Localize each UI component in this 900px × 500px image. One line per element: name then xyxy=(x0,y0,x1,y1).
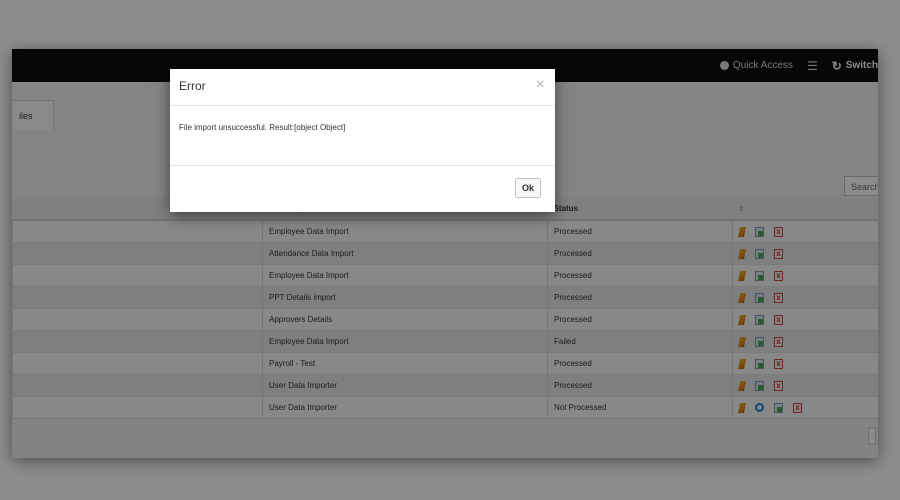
dialog-footer: Ok xyxy=(170,166,555,213)
ok-button[interactable]: Ok xyxy=(515,178,541,198)
dialog-body: File import unsuccessful. Result:[object… xyxy=(170,106,555,166)
dialog-header: Error × xyxy=(170,69,555,106)
close-icon[interactable]: × xyxy=(536,76,545,94)
dialog-message: File import unsuccessful. Result:[object… xyxy=(179,123,346,132)
error-dialog: Error × File import unsuccessful. Result… xyxy=(170,69,555,212)
dialog-title: Error xyxy=(179,79,206,93)
